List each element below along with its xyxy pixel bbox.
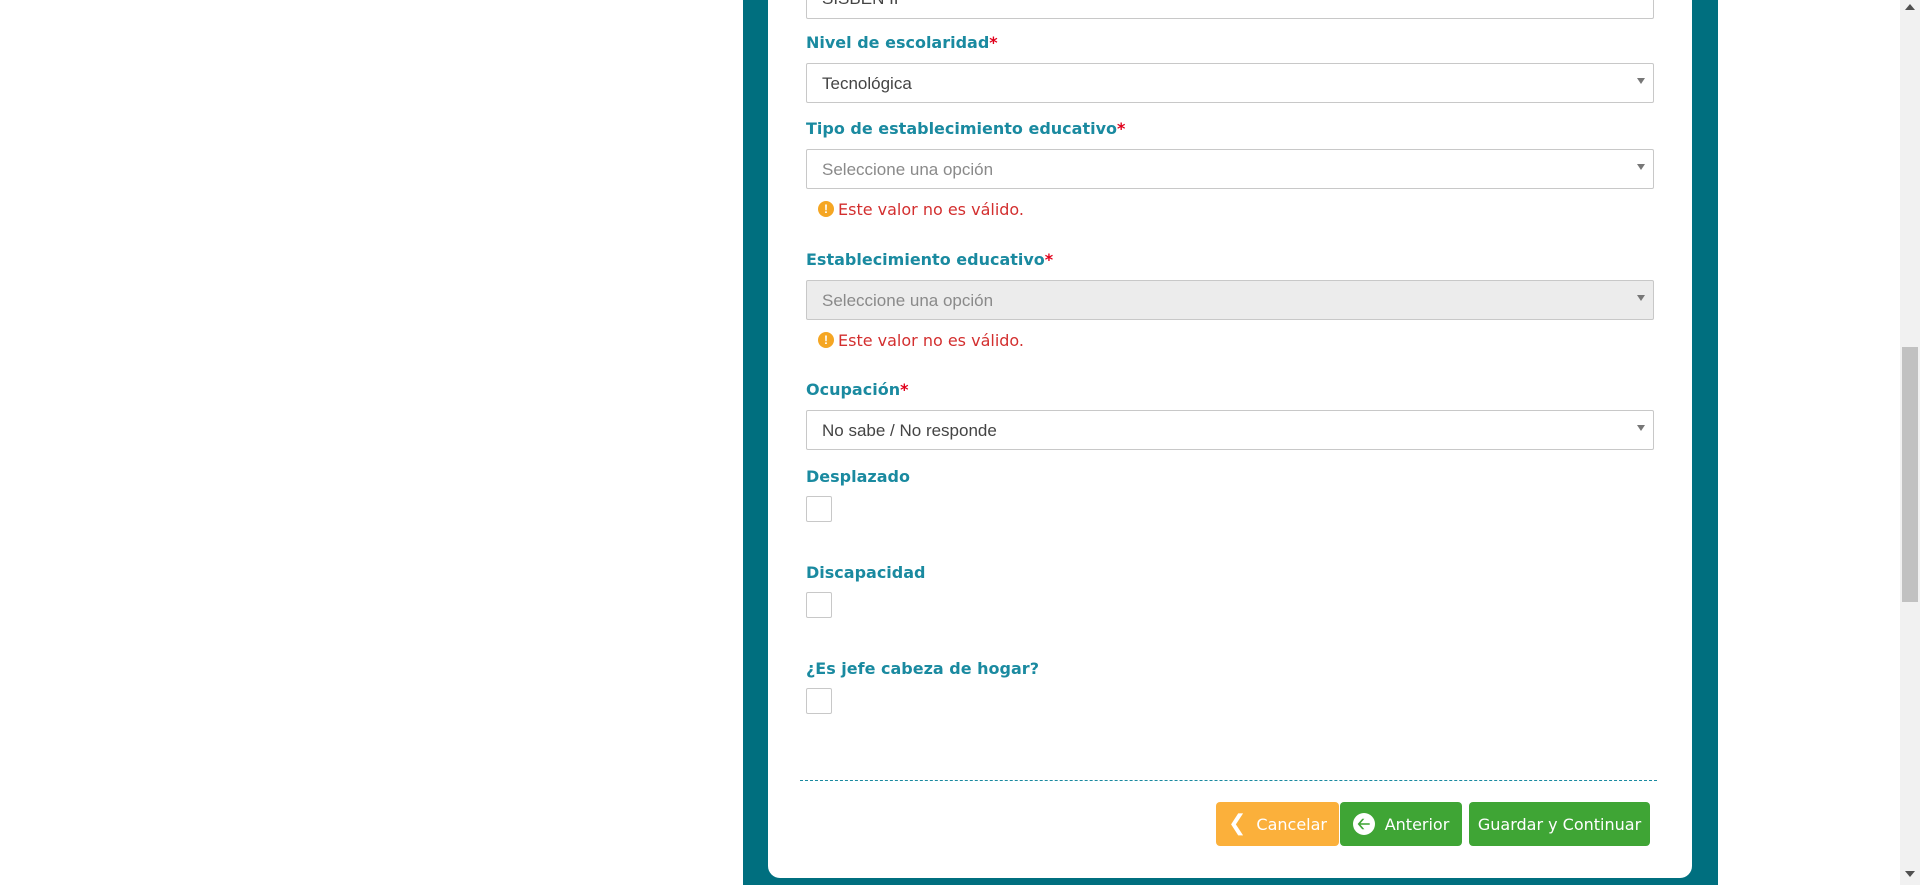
tipo-establecimiento-label: Tipo de establecimiento educativo* [806, 119, 1125, 138]
discapacidad-checkbox[interactable] [806, 592, 832, 618]
required-marker: * [900, 380, 909, 399]
desplazado-label: Desplazado [806, 467, 910, 486]
establecimiento-placeholder: Seleccione una opción [822, 291, 994, 310]
nivel-escolaridad-select[interactable]: Tecnológica [806, 63, 1654, 103]
tipo-establecimiento-placeholder: Seleccione una opción [822, 160, 994, 179]
scrollbar-thumb[interactable] [1902, 347, 1918, 602]
nivel-escolaridad-label-text: Nivel de escolaridad [806, 33, 990, 52]
nivel-escolaridad-value: Tecnológica [822, 74, 912, 93]
cancel-button-label: Cancelar [1256, 814, 1328, 834]
chevron-down-icon [1637, 164, 1645, 170]
tipo-establecimiento-select[interactable]: Seleccione una opción [806, 149, 1654, 189]
sisben-select-value: SISBEN II [822, 0, 899, 9]
nivel-escolaridad-label: Nivel de escolaridad* [806, 33, 998, 52]
scroll-up-icon[interactable] [1905, 4, 1915, 10]
tipo-establecimiento-error: ! Este valor no es válido. [818, 199, 1024, 219]
arrow-circle-left-icon: 🡠 [1352, 813, 1375, 835]
sisben-select[interactable]: SISBEN II [806, 0, 1654, 19]
establecimiento-label: Establecimiento educativo* [806, 250, 1053, 269]
chevron-down-icon [1637, 295, 1645, 301]
previous-button[interactable]: 🡠 Anterior [1340, 802, 1462, 846]
cancel-button[interactable]: ❮ Cancelar [1216, 802, 1339, 846]
jefe-hogar-checkbox[interactable] [806, 688, 832, 714]
required-marker: * [1117, 119, 1126, 138]
exclamation-circle-icon: ! [818, 201, 834, 217]
establecimiento-error: ! Este valor no es válido. [818, 330, 1024, 350]
save-continue-button[interactable]: Guardar y Continuar [1469, 802, 1650, 846]
save-continue-button-label: Guardar y Continuar [1477, 814, 1642, 834]
establecimiento-label-text: Establecimiento educativo [806, 250, 1045, 269]
form-divider [800, 780, 1657, 781]
required-marker: * [1044, 250, 1054, 269]
scroll-down-icon[interactable] [1905, 871, 1915, 877]
chevron-left-icon: ❮ [1227, 811, 1247, 836]
desplazado-checkbox[interactable] [806, 496, 832, 522]
ocupacion-label-text: Ocupación [806, 380, 901, 399]
chevron-down-icon [1637, 78, 1645, 84]
tipo-establecimiento-label-text: Tipo de establecimiento educativo [806, 119, 1118, 138]
establecimiento-select[interactable]: Seleccione una opción [806, 280, 1654, 320]
discapacidad-label: Discapacidad [806, 563, 926, 582]
ocupacion-label: Ocupación* [806, 380, 908, 399]
establecimiento-error-text: Este valor no es válido. [838, 330, 1025, 350]
ocupacion-value: No sabe / No responde [822, 421, 997, 440]
tipo-establecimiento-error-text: Este valor no es válido. [838, 199, 1025, 219]
required-marker: * [989, 33, 998, 52]
chevron-down-icon [1637, 425, 1645, 431]
ocupacion-select[interactable]: No sabe / No responde [806, 410, 1654, 450]
jefe-hogar-label: ¿Es jefe cabeza de hogar? [806, 659, 1039, 678]
previous-button-label: Anterior [1384, 814, 1450, 834]
exclamation-circle-icon: ! [818, 332, 834, 348]
